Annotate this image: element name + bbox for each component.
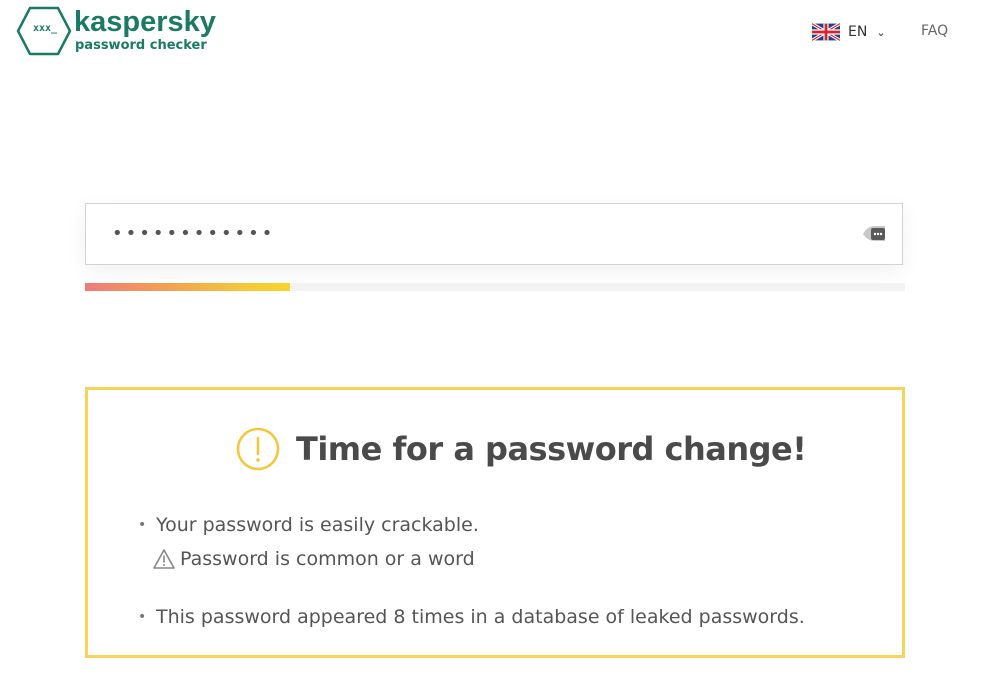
result-item-text: Your password is easily crackable. — [156, 514, 479, 536]
result-item-leaked: • This password appeared 8 times in a dat… — [138, 605, 805, 629]
password-masked-value[interactable]: •••••••••••• — [112, 222, 275, 246]
strength-meter-fill — [85, 283, 290, 291]
result-subitem-common: Password is common or a word — [152, 547, 475, 571]
bullet: • — [138, 609, 147, 625]
strength-meter — [85, 283, 905, 291]
faq-link[interactable]: FAQ — [921, 23, 948, 39]
result-subitem-text: Password is common or a word — [180, 548, 475, 570]
result-item-crackable: • Your password is easily crackable. — [138, 513, 479, 537]
password-field[interactable]: •••••••••••• — [85, 203, 903, 265]
brand-name: kaspersky — [74, 6, 216, 38]
chevron-down-icon: ⌄ — [876, 25, 886, 39]
bullet: • — [138, 517, 147, 533]
uk-flag-icon — [812, 23, 840, 41]
eye-toggle-icon[interactable] — [861, 223, 887, 245]
brand-subtitle: password checker — [75, 38, 207, 53]
result-title: Time for a password change! — [296, 430, 807, 468]
result-item-text: This password appeared 8 times in a data… — [156, 606, 805, 628]
logo-icon-text: xxx_ — [32, 23, 58, 34]
exclamation-circle-icon — [236, 427, 280, 471]
warning-triangle-icon — [153, 549, 175, 569]
language-selector[interactable]: EN ⌄ — [812, 22, 886, 42]
language-label: EN — [848, 24, 868, 40]
kaspersky-logo[interactable]: xxx_ kaspersky password checker — [16, 6, 216, 58]
result-panel: Time for a password change! • Your passwo… — [85, 387, 905, 658]
